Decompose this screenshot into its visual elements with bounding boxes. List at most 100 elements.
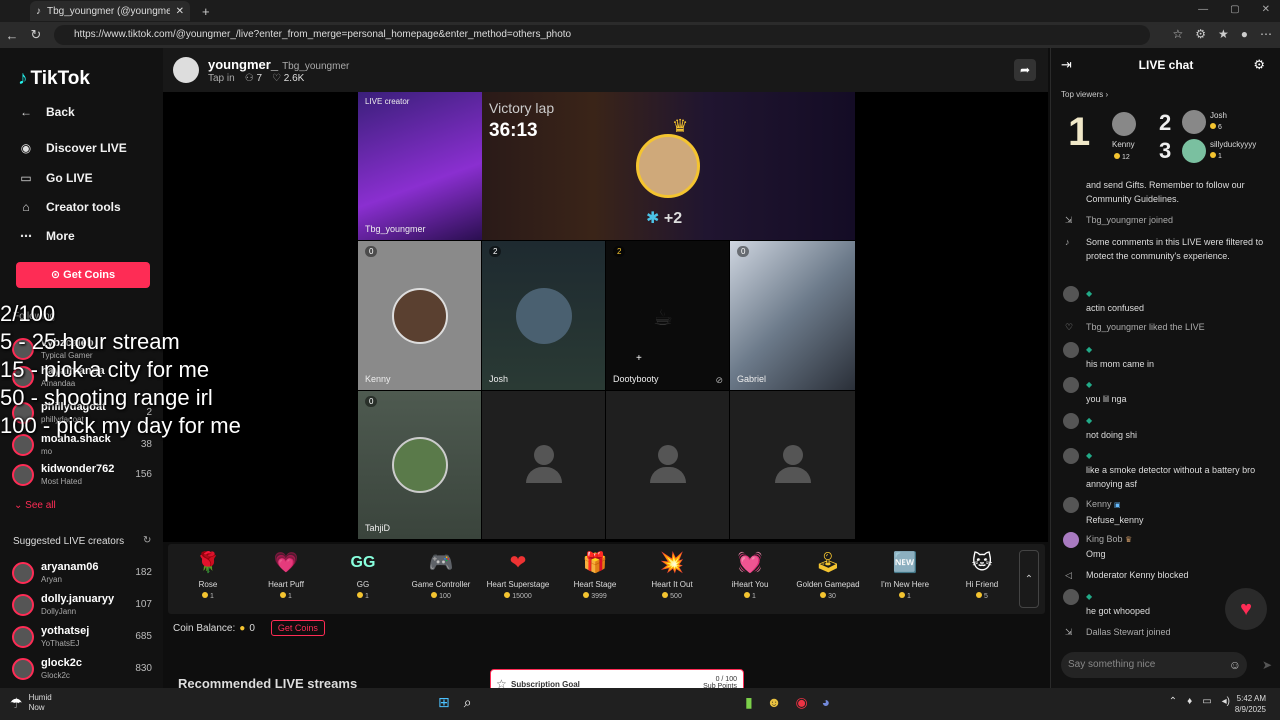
chat-message: ◆ you lil nga: [1063, 377, 1271, 406]
avatar[interactable]: [1112, 112, 1136, 136]
get-coins-button[interactable]: ⊙ Get Coins: [16, 262, 150, 288]
discord-icon[interactable]: ◕: [822, 694, 830, 711]
moderator-icon: ◁: [1065, 570, 1072, 580]
badges-icon: ▣: [1114, 502, 1121, 509]
gift-bar: 🌹 Rose 1 💗 Heart Puff 1 GG GG 1 🎮 Game Controll…: [168, 544, 1045, 614]
chat-message: Kenny ▣ Refuse_kenny: [1063, 497, 1271, 527]
volume-icon[interactable]: ◂): [1222, 696, 1230, 707]
mic-muted-icon: ⊘: [715, 375, 723, 385]
profile-icon[interactable]: ●: [1241, 27, 1248, 41]
suggested-item[interactable]: yothatsej YoThatsEJ 685: [12, 624, 152, 652]
gift-item[interactable]: GG GG 1: [331, 550, 395, 600]
tiktok-logo[interactable]: ♪ TikTok: [18, 68, 90, 90]
network-icon[interactable]: ▭: [1202, 696, 1211, 707]
gift-item[interactable]: 💥 Heart It Out 500: [640, 550, 704, 600]
app-icon[interactable]: ☻: [767, 694, 782, 711]
see-all-link[interactable]: ⌄ See all: [14, 500, 56, 511]
overlay-line: 15 - pick a city for me: [0, 357, 210, 382]
reload-icon[interactable]: ↻: [24, 27, 48, 43]
gift-item[interactable]: 💓 iHeart You 1: [718, 550, 782, 600]
url-field[interactable]: https://www.tiktok.com/@youngmer_/live?e…: [54, 25, 1150, 45]
join-icon: ⇲: [1065, 215, 1073, 225]
search-icon[interactable]: ⌕: [464, 694, 472, 711]
close-tab-icon[interactable]: ✕: [176, 6, 184, 17]
guest-tile[interactable]: 0 Kenny: [358, 241, 481, 390]
avatar[interactable]: [1182, 139, 1206, 163]
weather-widget[interactable]: ☂ Humid Now: [10, 693, 52, 713]
gift-item[interactable]: 🌹 Rose 1: [176, 550, 240, 600]
clock[interactable]: 5:42 AM 8/9/2025: [1235, 693, 1266, 715]
coin-icon: ⊙: [50, 269, 64, 281]
guest-tile[interactable]: 0 Gabriel: [730, 241, 855, 390]
nav-discover-live[interactable]: ◉ Discover LIVE: [18, 141, 127, 155]
level-badge-icon: ◆: [1086, 289, 1093, 298]
favorite-icon[interactable]: ☆: [1172, 27, 1183, 41]
live-chat-panel: ⇥ LIVE chat ⚙ Top viewers › 1 Kenny 12 2…: [1050, 48, 1280, 688]
chevron-up-icon: ⌃: [1024, 574, 1034, 585]
crown-icon: ♛: [1125, 535, 1133, 544]
emoji-icon[interactable]: ☺: [1229, 652, 1241, 678]
live-stage[interactable]: LIVE creator Tbg_youngmer Victory lap 36…: [163, 92, 1048, 542]
host-avatar[interactable]: [173, 57, 199, 83]
browser-tab[interactable]: ♪ Tbg_youngmer (@youngmer... ✕: [30, 1, 190, 21]
guest-tile[interactable]: 2 Josh: [482, 241, 605, 390]
windows-start-icon[interactable]: ⊞: [438, 694, 450, 711]
stream-goals-overlay: 2/100 5 - 25 hour stream 15 - pick a cit…: [0, 300, 290, 440]
host-video: LIVE creator Tbg_youngmer: [358, 92, 482, 240]
avatar[interactable]: [1182, 110, 1206, 134]
suggested-item[interactable]: dolly.januaryy DollyJann 107: [12, 592, 152, 620]
guest-tile[interactable]: 2 ☕ + Dootybooty ⊘: [606, 241, 729, 390]
overlay-line: 2/100: [0, 301, 56, 326]
host-name[interactable]: youngmer_ Tbg_youngmer: [208, 57, 349, 72]
more-icon: ⋯: [20, 229, 32, 243]
gift-item[interactable]: 🎁 Heart Stage 3999: [563, 550, 627, 600]
guest-tile[interactable]: 0 TahjiD: [358, 391, 481, 539]
chrome-icon[interactable]: ◉: [795, 694, 807, 711]
top-viewers-link[interactable]: Top viewers ›: [1061, 90, 1108, 99]
close-window-icon[interactable]: ✕: [1262, 4, 1270, 15]
system-tray: ⌃ ♦ ▭ ◂): [1169, 696, 1230, 707]
maximize-icon[interactable]: ▢: [1230, 4, 1239, 15]
nav-creator-tools[interactable]: ⌂ Creator tools: [18, 200, 120, 214]
suggested-item[interactable]: glock2c Glock2c 830: [12, 656, 152, 684]
settings-icon[interactable]: ⚙: [1253, 57, 1265, 73]
new-tab-icon[interactable]: +: [202, 4, 210, 19]
share-button[interactable]: ➦: [1014, 59, 1036, 81]
empty-seat[interactable]: [730, 391, 855, 539]
back-icon[interactable]: ←: [0, 28, 24, 43]
address-bar-row: ← ↻ https://www.tiktok.com/@youngmer_/li…: [0, 22, 1280, 48]
gift-item[interactable]: 🐱 Hi Friend 5: [950, 550, 1014, 600]
refresh-icon[interactable]: ↻: [143, 535, 151, 546]
minimize-icon[interactable]: —: [1198, 4, 1208, 15]
bonus-count: ✱ +2: [646, 210, 683, 227]
gift-item[interactable]: 🆕 I'm New Here 1: [873, 550, 937, 600]
gift-item[interactable]: 💗 Heart Puff 1: [254, 550, 318, 600]
chevron-up-icon[interactable]: ⌃: [1169, 696, 1177, 707]
suggested-item[interactable]: aryanam06 Aryan 182: [12, 560, 152, 588]
avatar: [12, 594, 34, 616]
empty-seat[interactable]: [482, 391, 605, 539]
collections-icon[interactable]: ★: [1218, 27, 1229, 41]
extensions-icon[interactable]: ⚙: [1195, 27, 1206, 41]
level-badge-icon: ◆: [1086, 451, 1093, 460]
app-icon[interactable]: ▮: [745, 694, 753, 711]
expand-gifts-button[interactable]: ⌃: [1019, 550, 1039, 608]
send-icon[interactable]: ➤: [1262, 658, 1272, 672]
nav-more[interactable]: ⋯ More: [18, 229, 75, 243]
get-coins-link[interactable]: Get Coins: [270, 620, 325, 636]
chat-message: ◆ his mom came in: [1063, 342, 1271, 371]
gift-item[interactable]: 🕹 Golden Gamepad 30: [796, 550, 860, 600]
chat-input[interactable]: Say something nice ☺: [1061, 652, 1247, 678]
mic-icon[interactable]: ♦: [1187, 696, 1192, 707]
chat-messages[interactable]: and send Gifts. Remember to follow our C…: [1051, 176, 1280, 646]
like-button[interactable]: ♥: [1225, 588, 1267, 630]
nav-go-live[interactable]: ▭ Go LIVE: [18, 171, 92, 185]
following-item[interactable]: kidwonder762 Most Hated 156: [12, 462, 152, 490]
coffee-icon: ☕: [653, 305, 673, 330]
menu-icon[interactable]: ⋯: [1260, 27, 1272, 41]
nav-back[interactable]: ← Back: [18, 105, 75, 119]
gift-item[interactable]: ❤ Heart Superstage 15000: [486, 550, 550, 600]
empty-seat[interactable]: [606, 391, 729, 539]
gift-item[interactable]: 🎮 Game Controller 100: [409, 550, 473, 600]
level-badge-icon: ◆: [1086, 345, 1093, 354]
